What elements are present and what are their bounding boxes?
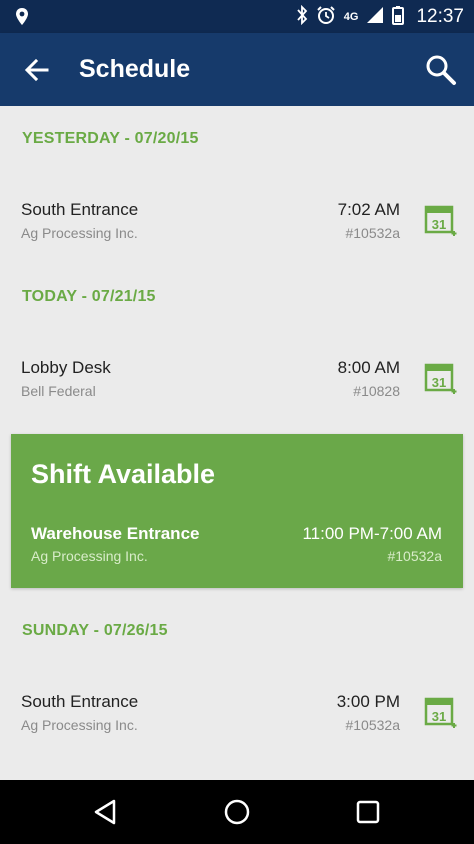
shift-time: 3:00 PM [336, 692, 400, 711]
shift-company: Ag Processing Inc. [21, 717, 138, 733]
status-icons: 4G 12:37 [296, 4, 464, 30]
shift-row[interactable]: South Entrance Ag Processing Inc. 7:02 A… [0, 194, 474, 258]
section-header-sunday: SUNDAY - 07/26/15 [22, 622, 168, 639]
home-circle-icon[interactable] [221, 796, 253, 828]
svg-text:31: 31 [432, 217, 446, 232]
alarm-icon [316, 5, 336, 30]
status-bar: 4G 12:37 [0, 0, 474, 33]
system-nav-bar [0, 780, 474, 844]
shift-company: Ag Processing Inc. [21, 225, 138, 241]
shift-job-number: #10828 [353, 383, 400, 399]
available-shift-heading: Shift Available [31, 459, 216, 489]
shift-row[interactable]: South Entrance Ag Processing Inc. 3:00 P… [0, 686, 474, 750]
shift-location: Lobby Desk [21, 358, 111, 377]
calendar-add-icon[interactable]: 31 [424, 202, 458, 236]
search-icon[interactable] [424, 53, 458, 87]
shift-time: 8:00 AM [337, 358, 400, 377]
status-time: 12:37 [416, 6, 464, 27]
shift-row[interactable]: Lobby Desk Bell Federal 8:00 AM #10828 3… [0, 352, 474, 416]
app-bar: Schedule [0, 33, 474, 106]
schedule-list: YESTERDAY - 07/20/15 South Entrance Ag P… [0, 106, 474, 780]
available-shift-company: Ag Processing Inc. [31, 548, 148, 564]
battery-icon [392, 5, 405, 30]
shift-job-number: #10532a [345, 717, 400, 733]
network-type-label: 4G [343, 11, 359, 23]
back-arrow-icon[interactable] [22, 55, 52, 85]
bluetooth-icon [296, 4, 308, 30]
shift-job-number: #10532a [345, 225, 400, 241]
svg-text:31: 31 [432, 709, 446, 724]
signal-icon [366, 6, 384, 29]
available-shift-card[interactable]: Shift Available Warehouse Entrance Ag Pr… [11, 434, 463, 588]
shift-location: South Entrance [21, 692, 139, 711]
back-triangle-icon[interactable] [90, 796, 122, 828]
recents-square-icon[interactable] [352, 796, 384, 828]
section-header-yesterday: YESTERDAY - 07/20/15 [22, 130, 199, 147]
location-pin-icon [14, 7, 30, 32]
shift-location: South Entrance [21, 200, 139, 219]
available-shift-location: Warehouse Entrance [31, 524, 200, 543]
shift-company: Bell Federal [21, 383, 96, 399]
calendar-add-icon[interactable]: 31 [424, 694, 458, 728]
section-header-today: TODAY - 07/21/15 [22, 288, 156, 305]
available-shift-time: 11:00 PM-7:00 AM [302, 524, 442, 543]
available-shift-job-number: #10532a [387, 548, 442, 564]
page-title: Schedule [79, 55, 191, 83]
svg-text:31: 31 [432, 375, 446, 390]
shift-time: 7:02 AM [337, 200, 400, 219]
calendar-add-icon[interactable]: 31 [424, 360, 458, 394]
